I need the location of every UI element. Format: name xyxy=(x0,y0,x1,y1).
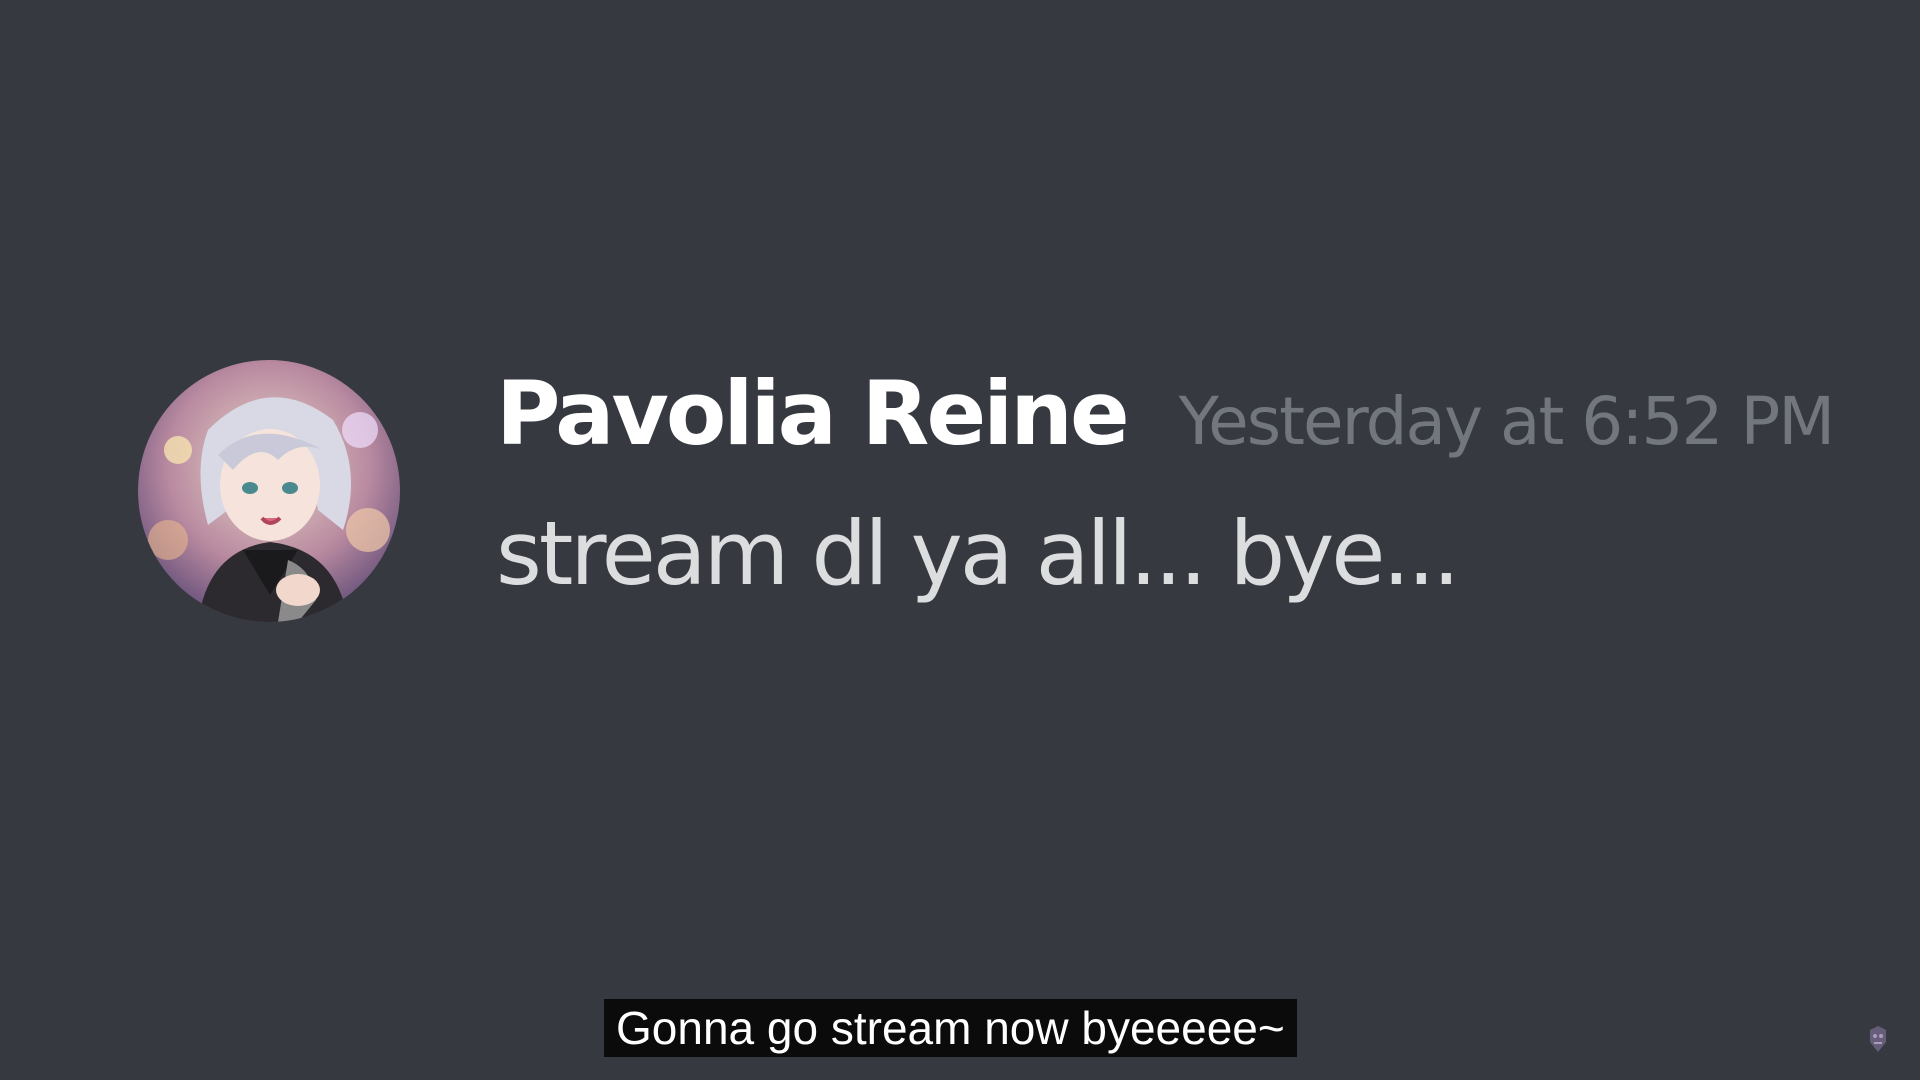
video-frame: Pavolia Reine Yesterday at 6:52 PM strea… xyxy=(0,0,1920,1080)
channel-watermark-icon[interactable] xyxy=(1866,1024,1890,1054)
timestamp[interactable]: Yesterday at 6:52 PM xyxy=(1179,389,1836,455)
message-body: Pavolia Reine Yesterday at 6:52 PM strea… xyxy=(496,360,1836,598)
video-subtitle: Gonna go stream now byeeeee~ xyxy=(604,999,1297,1057)
chat-message: Pavolia Reine Yesterday at 6:52 PM strea… xyxy=(138,360,1838,622)
avatar[interactable] xyxy=(138,360,400,622)
username[interactable]: Pavolia Reine xyxy=(496,370,1130,458)
avatar-image xyxy=(138,360,400,622)
message-content: stream dl ya all... bye... xyxy=(496,502,1460,605)
message-header: Pavolia Reine Yesterday at 6:52 PM xyxy=(496,360,1836,458)
